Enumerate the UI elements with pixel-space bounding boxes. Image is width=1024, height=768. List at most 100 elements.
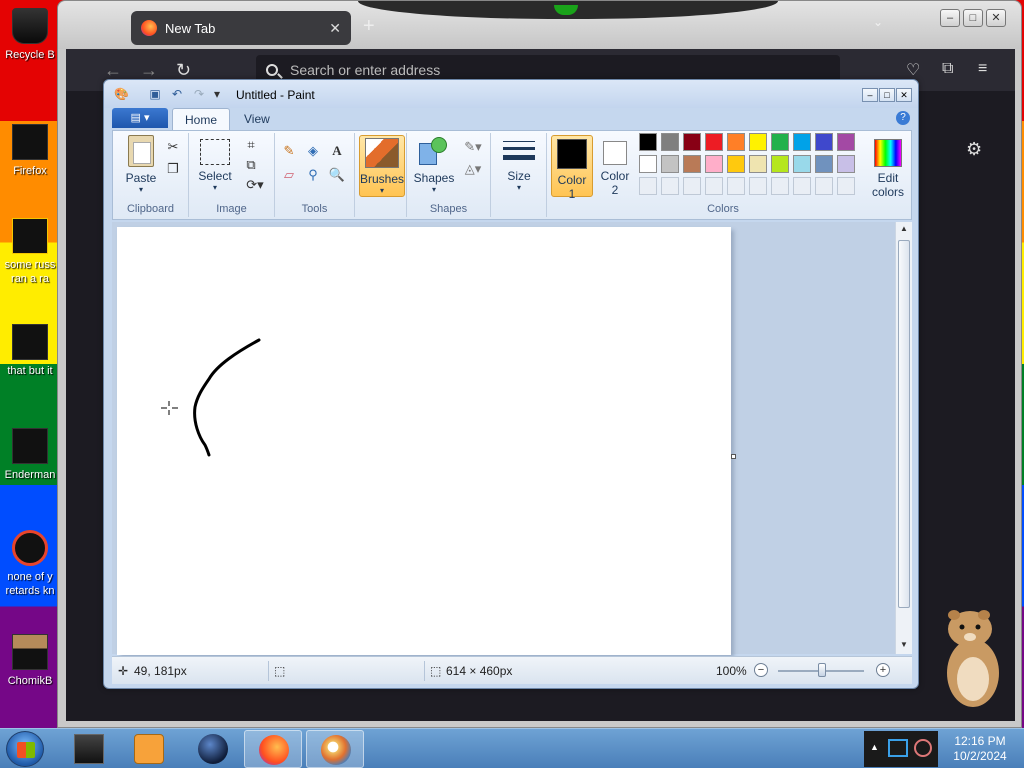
gear-icon[interactable]: ⚙ [966,139,982,160]
new-tab-button[interactable]: + [363,15,375,38]
save-icon[interactable]: ▣ [148,87,162,101]
palette-swatch[interactable] [705,133,723,151]
palette-swatch[interactable] [705,155,723,173]
browser-tab-new-tab[interactable]: New Tab ✕ [131,11,351,45]
palette-swatch[interactable] [837,133,855,151]
text-icon[interactable]: A [327,141,347,161]
desktop-icon-enderman[interactable]: Enderman [0,428,60,482]
desktop-icon-file-2[interactable]: that but it [0,324,60,378]
tab-view[interactable]: View [232,108,282,130]
palette-swatch[interactable] [771,133,789,151]
desktop-icon-firefox[interactable]: Firefox [0,124,60,178]
palette-swatch[interactable] [815,133,833,151]
palette-swatch[interactable] [793,133,811,151]
desktop-icon-file-3[interactable]: none of y retards kn [0,530,60,598]
palette-custom-slot[interactable] [661,177,679,195]
tab-close-icon[interactable]: ✕ [329,20,341,37]
pocket-icon[interactable]: ♡ [906,60,920,80]
palette-custom-slot[interactable] [815,177,833,195]
paste-button[interactable]: Paste ▾ [119,135,163,194]
pencil-icon[interactable]: ✎ [279,141,299,161]
tab-home[interactable]: Home [172,108,231,130]
magnifier-icon[interactable]: 🔍 [327,165,347,185]
customize-quick-access-icon[interactable]: ▾ [210,87,224,101]
close-button[interactable]: ✕ [986,9,1006,27]
eraser-icon[interactable]: ▱ [279,165,299,185]
palette-swatch[interactable] [639,155,657,173]
undo-icon[interactable]: ↶ [170,87,184,101]
palette-swatch[interactable] [793,155,811,173]
scroll-down-icon[interactable]: ▼ [896,640,912,649]
system-clock[interactable]: 12:16 PM 10/2/2024 [940,734,1020,764]
scroll-up-icon[interactable]: ▲ [896,224,912,233]
canvas-resize-handle[interactable] [731,454,736,459]
file-menu-button[interactable]: ▤ ▾ [112,108,168,128]
palette-swatch[interactable] [749,155,767,173]
crop-icon[interactable]: ⌗ [241,135,261,155]
palette-custom-slot[interactable] [749,177,767,195]
palette-custom-slot[interactable] [705,177,723,195]
start-button[interactable] [6,731,44,767]
show-hidden-icons-icon[interactable]: ▲ [870,742,879,752]
taskbar-item-media-player[interactable] [120,730,178,768]
palette-swatch[interactable] [727,133,745,151]
palette-swatch[interactable] [771,155,789,173]
palette-swatch[interactable] [749,133,767,151]
color1-button[interactable]: Color 1 [551,135,593,201]
desktop-icon-chomik[interactable]: ChomikB [0,634,60,688]
maximize-button[interactable]: □ [963,9,983,27]
paint-maximize-button[interactable]: □ [879,88,895,102]
outline-icon[interactable]: ✎▾ [459,137,487,157]
palette-swatch[interactable] [639,133,657,151]
paint-close-button[interactable]: ✕ [896,88,912,102]
zoom-in-button[interactable]: + [876,663,890,677]
brushes-button[interactable]: Brushes ▾ [359,135,405,197]
edit-colors-button[interactable]: Edit colors [867,135,909,199]
cut-icon[interactable]: ✂ [163,137,183,157]
forward-icon[interactable]: → [140,60,158,81]
color2-button[interactable]: Color 2 [595,135,635,197]
list-tabs-icon[interactable]: ⌄ [873,15,883,29]
palette-custom-slot[interactable] [793,177,811,195]
menu-icon[interactable]: ≡ [978,60,987,78]
taskbar-item-firefox[interactable] [244,730,302,768]
copy-icon[interactable]: ❐ [163,159,183,179]
desktop-icon-file-1[interactable]: some russ ran a ra [0,218,60,286]
resize-icon[interactable]: ⧉ [241,155,261,175]
redo-icon[interactable]: ↷ [192,87,206,101]
zoom-slider-thumb[interactable] [818,663,826,677]
palette-swatch[interactable] [683,133,701,151]
help-icon[interactable]: ? [896,111,910,125]
paint-minimize-button[interactable]: – [862,88,878,102]
drawing-canvas[interactable] [117,227,731,655]
rotate-icon[interactable]: ⟳▾ [241,175,269,195]
back-icon[interactable]: ← [104,60,122,81]
palette-swatch[interactable] [815,155,833,173]
fill-icon[interactable]: ◈ [303,141,323,161]
color-picker-icon[interactable]: ⚲ [303,165,323,185]
shapes-button[interactable]: Shapes ▾ [411,135,457,194]
palette-custom-slot[interactable] [837,177,855,195]
network-icon[interactable] [888,739,908,757]
minimize-button[interactable]: – [940,9,960,27]
fill-shape-icon[interactable]: ◬▾ [459,159,487,179]
palette-swatch[interactable] [661,133,679,151]
vertical-scrollbar[interactable]: ▲ ▼ [895,222,912,654]
palette-custom-slot[interactable] [771,177,789,195]
palette-custom-slot[interactable] [683,177,701,195]
size-button[interactable]: Size ▾ [497,135,541,192]
reload-icon[interactable]: ↻ [176,60,191,81]
palette-swatch[interactable] [661,155,679,173]
palette-custom-slot[interactable] [639,177,657,195]
taskbar-item-terminal[interactable] [60,730,118,768]
palette-swatch[interactable] [727,155,745,173]
zoom-out-button[interactable]: − [754,663,768,677]
taskbar-item-globe[interactable] [184,730,242,768]
palette-custom-slot[interactable] [727,177,745,195]
palette-swatch[interactable] [683,155,701,173]
palette-swatch[interactable] [837,155,855,173]
taskbar-item-paint[interactable] [306,730,364,768]
extensions-icon[interactable]: ⧉ [942,60,953,78]
desktop-icon-recycle-bin[interactable]: Recycle B [0,8,60,62]
scrollbar-thumb[interactable] [898,240,910,608]
